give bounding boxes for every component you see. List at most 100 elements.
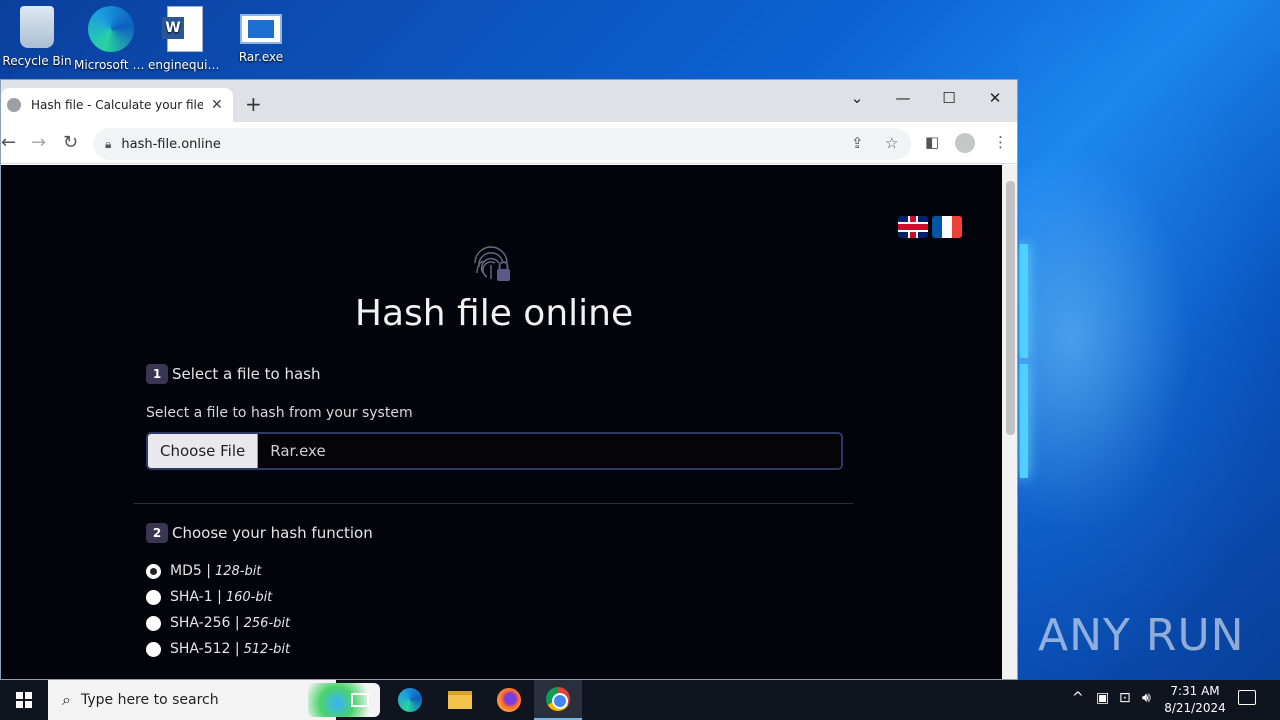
hash-bits: 256-bit (243, 615, 291, 631)
forward-button[interactable]: → (31, 132, 46, 153)
desktop-icon-recycle-bin[interactable]: Recycle Bin (0, 6, 74, 68)
notification-icon[interactable] (1238, 690, 1256, 705)
step-1-heading: 1 Select a file to hash (146, 364, 320, 384)
wallpaper-light (1019, 0, 1280, 680)
radio-button[interactable] (146, 589, 161, 605)
tab-search-chevron-icon[interactable]: ⌄ (834, 84, 880, 112)
taskbar-explorer-button[interactable] (436, 680, 484, 720)
french-flag-button[interactable] (932, 216, 962, 238)
desktop-icon-label: enginequit... (148, 58, 222, 72)
reload-button[interactable]: ↻ (63, 132, 78, 153)
back-button[interactable]: ← (1, 132, 16, 153)
lock-icon: 🔒︎ (105, 136, 112, 151)
taskbar: ⌕ Type here to search ^ ▣ ⊡ 🔊︎ 7:31 AM 8… (0, 680, 1280, 720)
close-window-button[interactable]: ✕ (972, 84, 1017, 112)
page-scrollbar[interactable] (1002, 165, 1017, 679)
step-number-badge: 2 (146, 523, 168, 543)
hash-option-sha256[interactable]: SHA-256 | 256-bit (146, 615, 290, 631)
hash-option-sha1[interactable]: SHA-1 | 160-bit (146, 589, 272, 605)
firefox-icon (497, 688, 521, 712)
new-tab-button[interactable]: + (245, 92, 262, 116)
browser-toolbar: ← → ↻ 🔒︎ hash-file.online ⇪ ☆ ◧ ⋮ (1, 122, 1017, 164)
radio-button[interactable] (146, 615, 161, 631)
search-placeholder: Type here to search (80, 692, 219, 708)
folder-icon (448, 691, 472, 709)
radio-button[interactable] (146, 563, 161, 579)
minimize-button[interactable]: — (880, 84, 926, 112)
tray-app-icon[interactable]: ▣ (1096, 690, 1109, 706)
edge-icon (88, 6, 134, 52)
anyrun-watermark: ANY RUN (1038, 610, 1245, 661)
english-flag-button[interactable] (898, 216, 928, 238)
tab-title: Hash file - Calculate your file co (31, 98, 203, 112)
file-input[interactable]: Choose File Rar.exe (146, 432, 843, 470)
taskbar-chrome-button[interactable] (534, 680, 582, 720)
section-divider (134, 503, 854, 504)
task-view-button[interactable] (336, 680, 384, 720)
choose-file-button[interactable]: Choose File (148, 434, 259, 468)
address-bar[interactable]: 🔒︎ hash-file.online ⇪ ☆ (93, 128, 911, 160)
browser-tab[interactable]: Hash file - Calculate your file co ✕ (1, 88, 233, 122)
hash-bits: 160-bit (225, 589, 273, 605)
desktop-icon-rar-exe[interactable]: Rar.exe (224, 6, 298, 64)
file-input-label: Select a file to hash from your system (146, 405, 413, 421)
wallpaper-beam (1020, 364, 1028, 478)
tab-close-icon[interactable]: ✕ (211, 97, 223, 113)
volume-icon[interactable]: 🔊︎ (1142, 690, 1151, 706)
hash-name: MD5 | (170, 563, 211, 579)
browser-window: Hash file - Calculate your file co ✕ + ⌄… (0, 79, 1018, 680)
step-label: Select a file to hash (172, 365, 321, 383)
start-button[interactable] (0, 680, 48, 720)
rar-exe-icon (240, 14, 282, 44)
fingerprint-lock-icon (474, 246, 510, 281)
task-view-icon (351, 693, 369, 707)
clock-date: 8/21/2024 (1164, 701, 1226, 715)
hash-name: SHA-512 | (170, 641, 240, 657)
network-icon[interactable]: ⊡ (1119, 690, 1131, 706)
chrome-icon (546, 687, 570, 711)
hash-name: SHA-1 | (170, 589, 222, 605)
profile-avatar[interactable] (955, 133, 975, 153)
hash-option-sha512[interactable]: SHA-512 | 512-bit (146, 641, 290, 657)
hash-name: SHA-256 | (170, 615, 240, 631)
taskbar-search-box[interactable]: ⌕ Type here to search (48, 680, 380, 720)
radio-button[interactable] (146, 641, 161, 657)
desktop-icon-edge[interactable]: Microsoft Edge (74, 6, 148, 72)
desktop-icon-label: Recycle Bin (2, 54, 72, 68)
tab-favicon-icon (7, 98, 21, 112)
share-icon[interactable]: ⇪ (851, 134, 864, 152)
wallpaper-beam (1020, 244, 1028, 358)
anyrun-watermark-text: ANY RUN (1038, 610, 1245, 661)
taskbar-firefox-button[interactable] (485, 680, 533, 720)
edge-icon (398, 688, 422, 712)
desktop-icon-word-doc[interactable]: enginequit... (148, 6, 222, 72)
desktop-icon-label: Rar.exe (238, 50, 284, 64)
step-2-heading: 2 Choose your hash function (146, 523, 373, 543)
taskbar-edge-button[interactable] (386, 680, 434, 720)
tray-chevron-icon[interactable]: ^ (1072, 690, 1084, 706)
flag-stripe (952, 216, 962, 238)
hash-bits: 128-bit (214, 563, 262, 579)
windows-logo-icon (16, 692, 32, 708)
browser-titlebar: Hash file - Calculate your file co ✕ + ⌄… (1, 80, 1017, 122)
step-number-badge: 1 (146, 364, 168, 384)
flag-stripe (942, 216, 952, 238)
menu-kebab-icon[interactable]: ⋮ (993, 133, 1008, 151)
clock-time: 7:31 AM (1170, 684, 1220, 698)
search-icon: ⌕ (62, 690, 71, 709)
page-title: Hash file online (354, 293, 634, 334)
scrollbar-thumb[interactable] (1006, 181, 1015, 435)
bookmark-star-icon[interactable]: ☆ (885, 134, 898, 152)
hash-option-md5[interactable]: MD5 | 128-bit (146, 563, 261, 579)
maximize-button[interactable]: ☐ (926, 84, 972, 112)
side-panel-icon[interactable]: ◧ (925, 133, 939, 151)
page-viewport: Hash file online 1 Select a file to hash… (1, 165, 1002, 679)
taskbar-clock[interactable]: 7:31 AM 8/21/2024 (1162, 683, 1228, 717)
desktop-icon-label: Microsoft Edge (74, 58, 148, 72)
selected-file-name: Rar.exe (270, 442, 326, 460)
word-doc-icon (162, 6, 203, 52)
flag-stripe (932, 216, 942, 238)
hash-bits: 512-bit (243, 641, 291, 657)
step-label: Choose your hash function (172, 524, 373, 542)
address-url: hash-file.online (121, 136, 221, 152)
